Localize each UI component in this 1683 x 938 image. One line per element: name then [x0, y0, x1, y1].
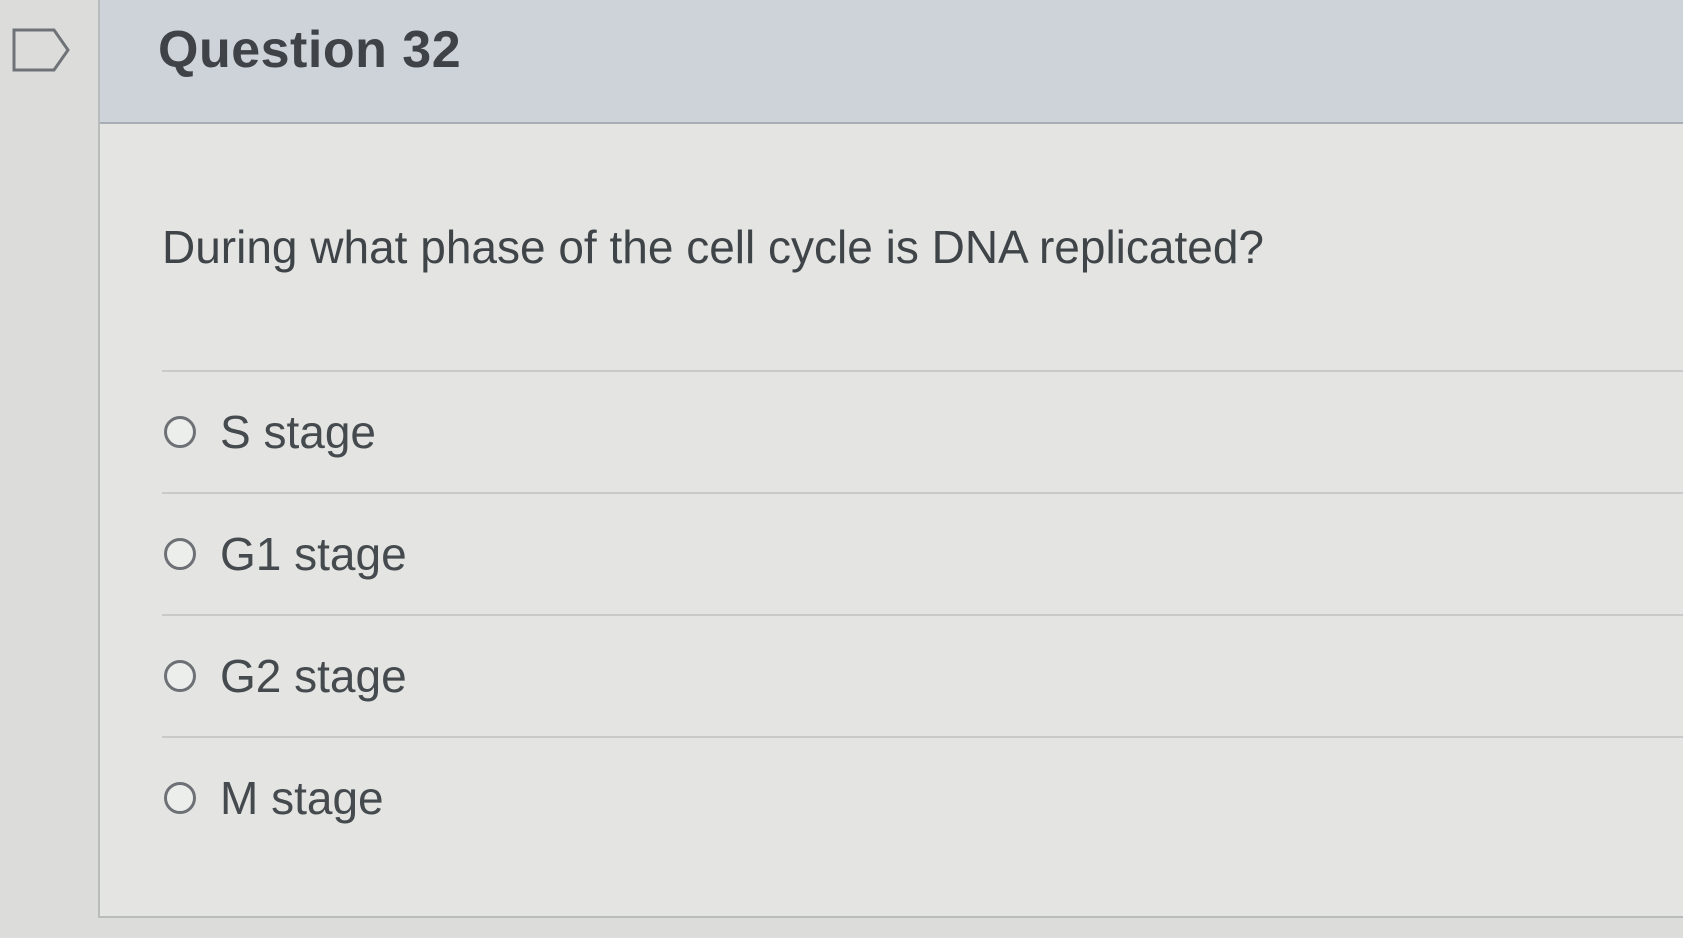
- radio-button-icon[interactable]: [164, 416, 196, 448]
- answer-label: G1 stage: [220, 528, 407, 580]
- radio-button-icon[interactable]: [164, 660, 196, 692]
- question-card: Question 32 During what phase of the cel…: [98, 0, 1683, 918]
- question-header: Question 32: [100, 0, 1683, 124]
- radio-button-icon[interactable]: [164, 782, 196, 814]
- answer-option-m-stage[interactable]: M stage: [162, 736, 1683, 858]
- radio-button-icon[interactable]: [164, 538, 196, 570]
- flag-question-icon[interactable]: [12, 28, 70, 72]
- answer-option-s-stage[interactable]: S stage: [162, 370, 1683, 492]
- quiz-page: Question 32 During what phase of the cel…: [0, 0, 1683, 938]
- answer-list: S stage G1 stage G2 stage M stage: [162, 370, 1683, 858]
- answer-option-g2-stage[interactable]: G2 stage: [162, 614, 1683, 736]
- answer-label: M stage: [220, 772, 384, 824]
- answer-option-g1-stage[interactable]: G1 stage: [162, 492, 1683, 614]
- question-title: Question 32: [158, 21, 462, 79]
- answer-label: S stage: [220, 406, 376, 458]
- question-text: During what phase of the cell cycle is D…: [162, 221, 1265, 273]
- answer-label: G2 stage: [220, 650, 407, 702]
